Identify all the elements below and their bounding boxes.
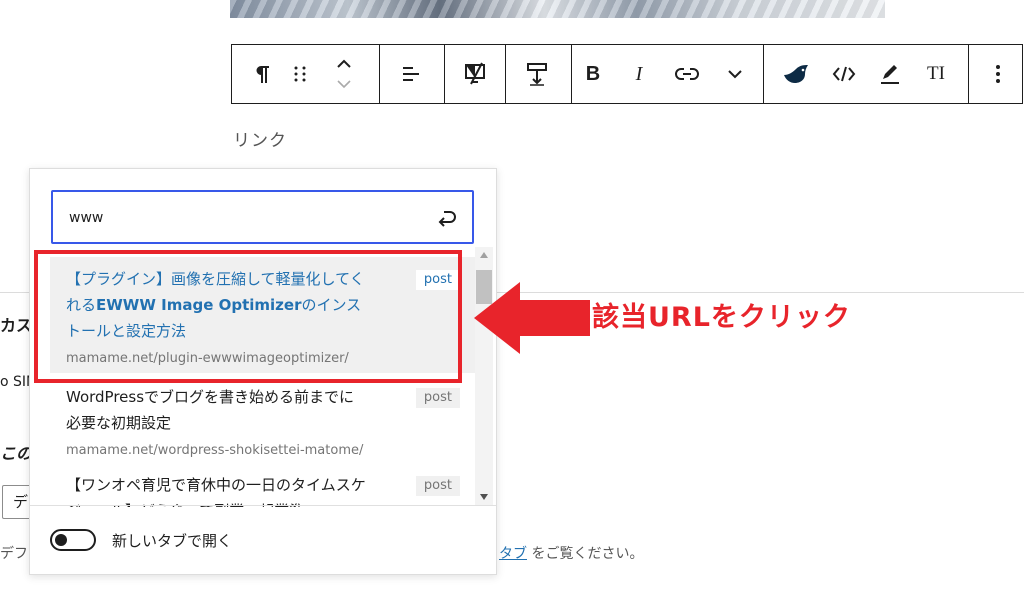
suggestion-url: mamame.net/wordpress-shokisettei-matome/ [66,443,364,458]
toggle-knob [55,534,67,546]
suggestion-title: 【ワンオペ育児で育休中の一日のタイムスケジュール】どうやって副業・起業準 [66,476,366,507]
new-tab-label: 新しいタブで開く [112,532,233,550]
link-text-label: リンク [233,131,287,151]
bg-help-text-tail: タブ をご覧ください。 [499,543,643,563]
block-toolbar: B I TI [231,44,1023,104]
align-left-icon[interactable] [393,45,429,103]
code-icon[interactable] [826,45,862,103]
annotation-highlight-box [34,250,462,383]
bg-panel-heading: カス [0,316,33,335]
bold-button[interactable]: B [575,45,611,103]
link-icon[interactable] [669,45,705,103]
spacing-icon[interactable] [519,45,555,103]
drag-handle-icon[interactable] [282,45,318,103]
paragraph-icon[interactable] [244,45,280,103]
post-featured-image [230,0,885,18]
bg-panel-subheading: この [0,444,33,463]
hide-on-device-icon[interactable] [457,45,493,103]
scroll-up-arrow-icon[interactable] [480,252,488,258]
suggestion-type-badge: post [415,476,460,496]
highlight-icon[interactable] [872,45,908,103]
suggestion-title: WordPressでブログを書き始める前までに必要な初期設定 [66,388,355,432]
move-up-down-icon[interactable] [326,45,362,103]
bg-help-link[interactable]: タブ [499,546,527,562]
url-input-container [51,190,474,244]
popover-divider [30,505,496,506]
italic-button[interactable]: I [621,45,657,103]
link-suggestion-item[interactable]: 【ワンオペ育児で育休中の一日のタイムスケジュール】どうやって副業・起業準 pos… [50,463,476,507]
submit-link-icon[interactable] [434,205,460,231]
bg-help-text: デフ [0,546,28,562]
annotation-arrow-icon [474,282,590,354]
bg-help-end: をご覧ください。 [531,546,644,562]
text-size-button[interactable]: TI [918,45,954,103]
new-tab-toggle[interactable] [50,529,96,551]
options-menu-icon[interactable] [980,45,1016,103]
url-search-input[interactable] [69,208,409,228]
swallow-brand-icon[interactable] [778,45,814,103]
link-suggestion-item[interactable]: WordPressでブログを書き始める前までに必要な初期設定 mamame.ne… [50,375,476,461]
chevron-down-icon[interactable] [717,45,753,103]
annotation-text: 該当URLをクリック [592,302,851,333]
scroll-down-arrow-icon[interactable] [480,494,488,500]
suggestion-type-badge: post [415,388,460,408]
